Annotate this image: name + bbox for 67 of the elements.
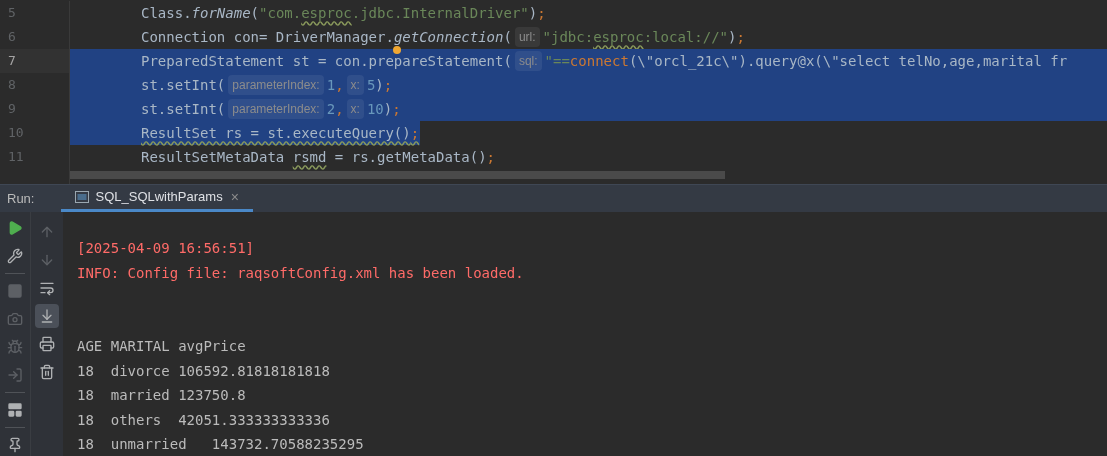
line-number: 8: [7, 76, 17, 94]
log-message: [2025-04-09 16:56:51]: [77, 239, 255, 258]
code-token: ;: [736, 29, 745, 45]
code-token: Class.: [141, 5, 192, 21]
code-token: Connection con= DriverManager.: [141, 29, 394, 45]
intention-bulb-icon[interactable]: [393, 46, 401, 54]
code-token: ;: [410, 125, 420, 141]
line-number: 9: [7, 100, 17, 118]
code-token: st.setInt(: [141, 101, 226, 117]
code-token: rsmd: [292, 149, 327, 165]
code-token: (\"orcl_21c\").query@x(\"select telNo,age,marital fr: [628, 53, 1068, 69]
code-token: :local://": [643, 29, 728, 45]
code-token: (: [503, 29, 512, 45]
code-token: ): [383, 101, 393, 117]
code-token: = rs.getMetaData(): [333, 149, 487, 165]
run-label: Run:: [6, 189, 36, 208]
code-token: "==: [544, 53, 570, 69]
code-token: ,: [335, 77, 344, 93]
code-token: 2: [326, 101, 336, 117]
code-token: 5: [366, 77, 376, 93]
parameter-hint: x:: [346, 99, 364, 119]
pin-icon[interactable]: [7, 437, 23, 453]
code-token: st.setInt(: [141, 77, 226, 93]
output-line: 18 married 123750.8: [77, 386, 247, 405]
code-token: connect: [569, 53, 629, 69]
line-number: 10: [7, 124, 25, 142]
code-token: ;: [392, 101, 401, 117]
code-token: ;: [537, 5, 546, 21]
code-token: "jdbc:: [542, 29, 594, 45]
code-token: ,: [335, 101, 344, 117]
code-token: getConnection: [393, 29, 504, 45]
code-token: ): [728, 29, 737, 45]
line-number: 11: [7, 148, 25, 166]
code-token: ): [528, 5, 538, 21]
parameter-hint: parameterIndex:: [228, 75, 324, 95]
line-number: 5: [7, 4, 17, 22]
code-token: esproc: [301, 5, 352, 21]
code-token: ;: [383, 77, 393, 93]
code-token: (: [250, 5, 260, 21]
scroll-end-icon[interactable]: [35, 304, 59, 328]
code-token: ResultSetMetaData: [141, 149, 286, 165]
line-number: 6: [7, 28, 17, 46]
parameter-hint: sql:: [514, 51, 542, 71]
console-icon: [75, 191, 90, 203]
code-token: esproc: [593, 29, 644, 45]
code-token: forName: [191, 5, 251, 21]
output-line: 18 divorce 106592.81818181818: [77, 361, 331, 381]
layout-icon[interactable]: [7, 402, 23, 418]
parameter-hint: parameterIndex:: [228, 99, 324, 119]
line-number: 7: [0, 49, 69, 73]
code-token: ;: [486, 149, 496, 165]
output-line: AGE MARITAL avgPrice: [77, 337, 247, 356]
code-token: ResultSet rs = st.executeQuery(): [141, 125, 411, 141]
code-token: .jdbc.InternalDriver": [351, 5, 529, 21]
output-line: 18 others 42051.333333333336: [77, 410, 331, 430]
horizontal-scrollbar[interactable]: [70, 171, 725, 179]
parameter-hint: url:: [514, 27, 540, 47]
code-token: "com.: [259, 5, 302, 21]
code-token: PreparedStatement st = con.prepareStatement(: [141, 53, 512, 69]
output-line: 18 unmarried 143732.70588235295: [77, 435, 365, 454]
log-message: INFO: Config file: raqsoftConfig.xml has been loaded.: [77, 263, 525, 283]
code-token: 10: [366, 101, 384, 117]
run-icon[interactable]: [7, 220, 23, 236]
code-token: ): [375, 77, 384, 93]
wrench-icon[interactable]: [7, 248, 23, 264]
parameter-hint: x:: [346, 75, 364, 95]
code-token: 1: [326, 77, 336, 93]
